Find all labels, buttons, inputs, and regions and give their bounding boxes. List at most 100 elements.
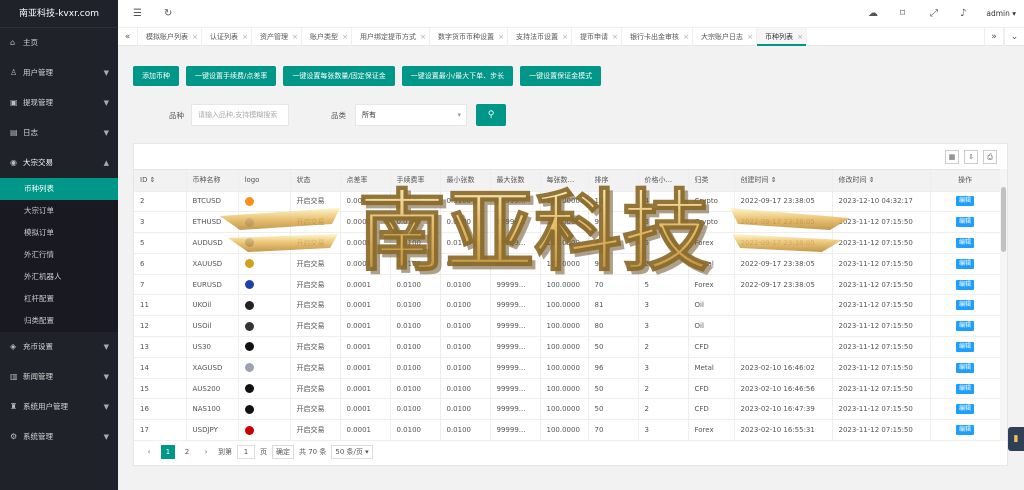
cell-sort: 96 xyxy=(588,357,639,379)
watermark-text: 南亚科技 xyxy=(358,180,710,283)
search-button[interactable]: ⚲ xyxy=(476,104,506,126)
close-icon[interactable]: × xyxy=(747,28,753,46)
sidebar-subitem-6[interactable]: 归类配置 xyxy=(0,310,118,332)
edit-button[interactable]: 编辑 xyxy=(955,425,974,436)
edit-button[interactable]: 编辑 xyxy=(955,341,974,352)
tab-1[interactable]: 认证列表 × xyxy=(202,28,252,46)
sidebar-subitem-3[interactable]: 外汇行情 xyxy=(0,244,118,266)
cell-fee: 0.0100 xyxy=(390,315,441,338)
sidebar-item-2[interactable]: ▣ 提现管理 ▼ xyxy=(0,88,118,118)
page-number-input[interactable]: 1 xyxy=(237,445,255,459)
edit-button[interactable]: 编辑 xyxy=(955,321,974,332)
page-2-button[interactable]: 2 xyxy=(180,445,194,459)
sidebar-subitem-0[interactable]: 币种列表 xyxy=(0,178,118,200)
prev-page-button[interactable]: ‹ xyxy=(142,445,156,459)
tab-2[interactable]: 资产管理 × xyxy=(252,28,302,46)
sidebar-item-3[interactable]: ▤ 日志 ▼ xyxy=(0,118,118,148)
sidebar-item-1[interactable]: ♙ 用户管理 ▼ xyxy=(0,58,118,88)
edit-button[interactable]: 编辑 xyxy=(955,217,974,228)
sidebar-item-0[interactable]: ⌂ 主页 xyxy=(0,28,118,58)
cell-min: 0.0100 xyxy=(440,378,491,400)
sidebar-subitem-1[interactable]: 大宗订单 xyxy=(0,200,118,222)
toolbar-button-2[interactable]: 一键设置每张数量/固定保证金 xyxy=(283,66,395,86)
sidebar-subitem-2[interactable]: 模拟订单 xyxy=(0,222,118,244)
close-icon[interactable]: × xyxy=(683,28,689,46)
edit-button[interactable]: 编辑 xyxy=(955,383,974,394)
tabs-prev-button[interactable]: « xyxy=(118,28,138,46)
tag-icon[interactable]: ⌑ xyxy=(900,8,905,19)
tab-10[interactable]: 币种列表 × xyxy=(757,28,807,46)
category-select[interactable]: 所有 ▾ xyxy=(355,104,467,126)
toolbar-button-0[interactable]: 添加币种 xyxy=(133,66,179,86)
menu-toggle-icon[interactable]: ☰ xyxy=(133,8,142,19)
edit-button[interactable]: 编辑 xyxy=(955,404,974,415)
next-page-button[interactable]: › xyxy=(199,445,213,459)
scrollbar-thumb[interactable] xyxy=(1001,187,1006,252)
cell-actions: 编辑 xyxy=(930,191,1001,213)
toolbar-button-1[interactable]: 一键设置手续费/点差率 xyxy=(186,66,277,86)
toolbar-button-3[interactable]: 一键设置最小/最大下单、步长 xyxy=(401,66,514,86)
tab-4[interactable]: 用户绑定提币方式 × xyxy=(352,28,430,46)
cell-fee: 0.0100 xyxy=(390,398,441,421)
user-menu[interactable]: admin ▾ xyxy=(986,9,1016,18)
tab-8[interactable]: 银行卡出金审核 × xyxy=(622,28,693,46)
home-icon: ⌂ xyxy=(10,38,16,47)
coin-logo-icon xyxy=(244,342,254,352)
cloud-icon[interactable]: ☁ xyxy=(868,8,878,19)
tab-3[interactable]: 账户类型 × xyxy=(302,28,352,46)
cell-id: 11 xyxy=(134,294,187,317)
sidebar-item-6[interactable]: ▥ 新闻管理 ▼ xyxy=(0,362,118,392)
floating-service-button[interactable]: ▮ xyxy=(1008,427,1024,451)
edit-button[interactable]: 编辑 xyxy=(955,196,974,207)
tab-9[interactable]: 大宗账户日志 × xyxy=(693,28,757,46)
tab-6[interactable]: 支持法币设置 × xyxy=(508,28,572,46)
close-icon[interactable]: × xyxy=(797,28,803,46)
close-icon[interactable]: × xyxy=(562,28,568,46)
close-icon[interactable]: × xyxy=(242,28,248,46)
edit-button[interactable]: 编辑 xyxy=(955,362,974,373)
chevron-down-icon: ▾ xyxy=(457,111,461,119)
goto-confirm-button[interactable]: 确定 xyxy=(272,445,294,459)
refresh-icon[interactable]: ↻ xyxy=(164,8,172,19)
tabs-next-button[interactable]: » xyxy=(984,28,1004,46)
export-icon[interactable]: ⇩ xyxy=(964,150,978,164)
toolbar-button-4[interactable]: 一键设置保证金模式 xyxy=(520,66,602,86)
cell-actions: 编辑 xyxy=(930,419,1001,441)
close-icon[interactable]: × xyxy=(292,28,298,46)
close-icon[interactable]: × xyxy=(498,28,504,46)
edit-button[interactable]: 编辑 xyxy=(955,300,974,311)
tab-5[interactable]: 数字货币币种设置 × xyxy=(430,28,508,46)
cell-max: 99999... xyxy=(490,419,541,441)
close-icon[interactable]: × xyxy=(192,28,198,46)
tab-0[interactable]: 模拟账户列表 × xyxy=(138,28,202,46)
cell-created xyxy=(734,336,833,358)
fullscreen-icon[interactable]: ⤢ xyxy=(930,8,938,19)
symbol-search-input[interactable]: 请输入品种,支持模糊搜索 xyxy=(191,104,289,126)
sidebar-item-4[interactable]: ◉ 大宗交易 ▲ xyxy=(0,148,118,178)
page-1-button[interactable]: 1 xyxy=(161,445,175,459)
sidebar-subitem-5[interactable]: 杠杆配置 xyxy=(0,288,118,310)
close-icon[interactable]: × xyxy=(342,28,348,46)
wing-right-bottom xyxy=(732,234,842,252)
cell-spread: 0.0001 xyxy=(340,419,391,441)
sidebar-item-8[interactable]: ⚙ 系统管理 ▼ xyxy=(0,422,118,452)
chevron-down-icon: ▼ xyxy=(103,129,109,137)
tabs-more-button[interactable]: ⌄ xyxy=(1004,28,1024,46)
page-size-select[interactable]: 50 条/页 ▾ xyxy=(331,445,373,459)
sidebar-item-5[interactable]: ◈ 充币设置 ▼ xyxy=(0,332,118,362)
sidebar-item-7[interactable]: ♜ 系统用户管理 ▼ xyxy=(0,392,118,422)
cell-name: UKOil xyxy=(186,294,239,317)
edit-button[interactable]: 编辑 xyxy=(955,237,974,248)
close-icon[interactable]: × xyxy=(420,28,426,46)
sidebar-subitem-4[interactable]: 外汇机器人 xyxy=(0,266,118,288)
columns-filter-icon[interactable]: ▦ xyxy=(945,150,959,164)
cell-max: 99999... xyxy=(490,357,541,379)
column-header[interactable]: ID ⇕ xyxy=(134,170,187,192)
table-scrollbar[interactable] xyxy=(1000,169,1007,441)
tab-7[interactable]: 提币申请 × xyxy=(572,28,622,46)
bell-icon[interactable]: ♪ xyxy=(960,8,966,19)
edit-button[interactable]: 编辑 xyxy=(955,258,974,269)
edit-button[interactable]: 编辑 xyxy=(955,279,974,290)
print-icon[interactable]: ⎙ xyxy=(983,150,997,164)
close-icon[interactable]: × xyxy=(612,28,618,46)
